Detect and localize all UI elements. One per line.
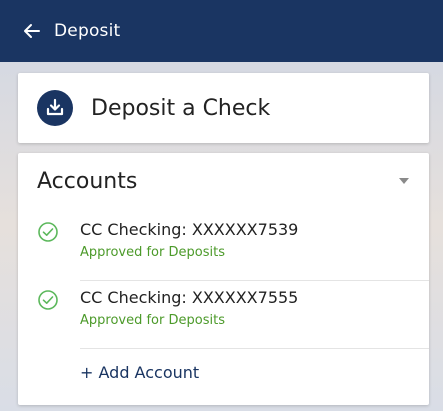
check-circle-icon [38,290,58,310]
check-circle-icon [38,222,58,242]
account-status: Approved for Deposits [80,245,225,260]
app-bar: Deposit [0,0,443,62]
add-account-link[interactable]: + Add Account [80,363,199,382]
chevron-down-icon[interactable] [399,178,409,184]
account-status: Approved for Deposits [80,313,225,328]
account-name: CC Checking: XXXXXX7539 [80,220,299,239]
accounts-title: Accounts [37,168,138,194]
deposit-check-button[interactable]: Deposit a Check [18,73,429,143]
deposit-check-label: Deposit a Check [91,95,271,121]
account-item[interactable]: CC Checking: XXXXXX7539 Approved for Dep… [18,213,429,281]
download-icon [37,90,73,126]
back-button[interactable] [10,0,54,62]
account-item[interactable]: CC Checking: XXXXXX7555 Approved for Dep… [18,281,429,349]
arrow-left-icon [24,24,40,38]
page-title: Deposit [54,21,121,41]
accounts-card: Accounts CC Checking: XXXXXX7539 Approve… [18,153,429,405]
accounts-header: Accounts [18,153,429,209]
account-name: CC Checking: XXXXXX7555 [80,288,299,307]
divider [80,348,429,349]
